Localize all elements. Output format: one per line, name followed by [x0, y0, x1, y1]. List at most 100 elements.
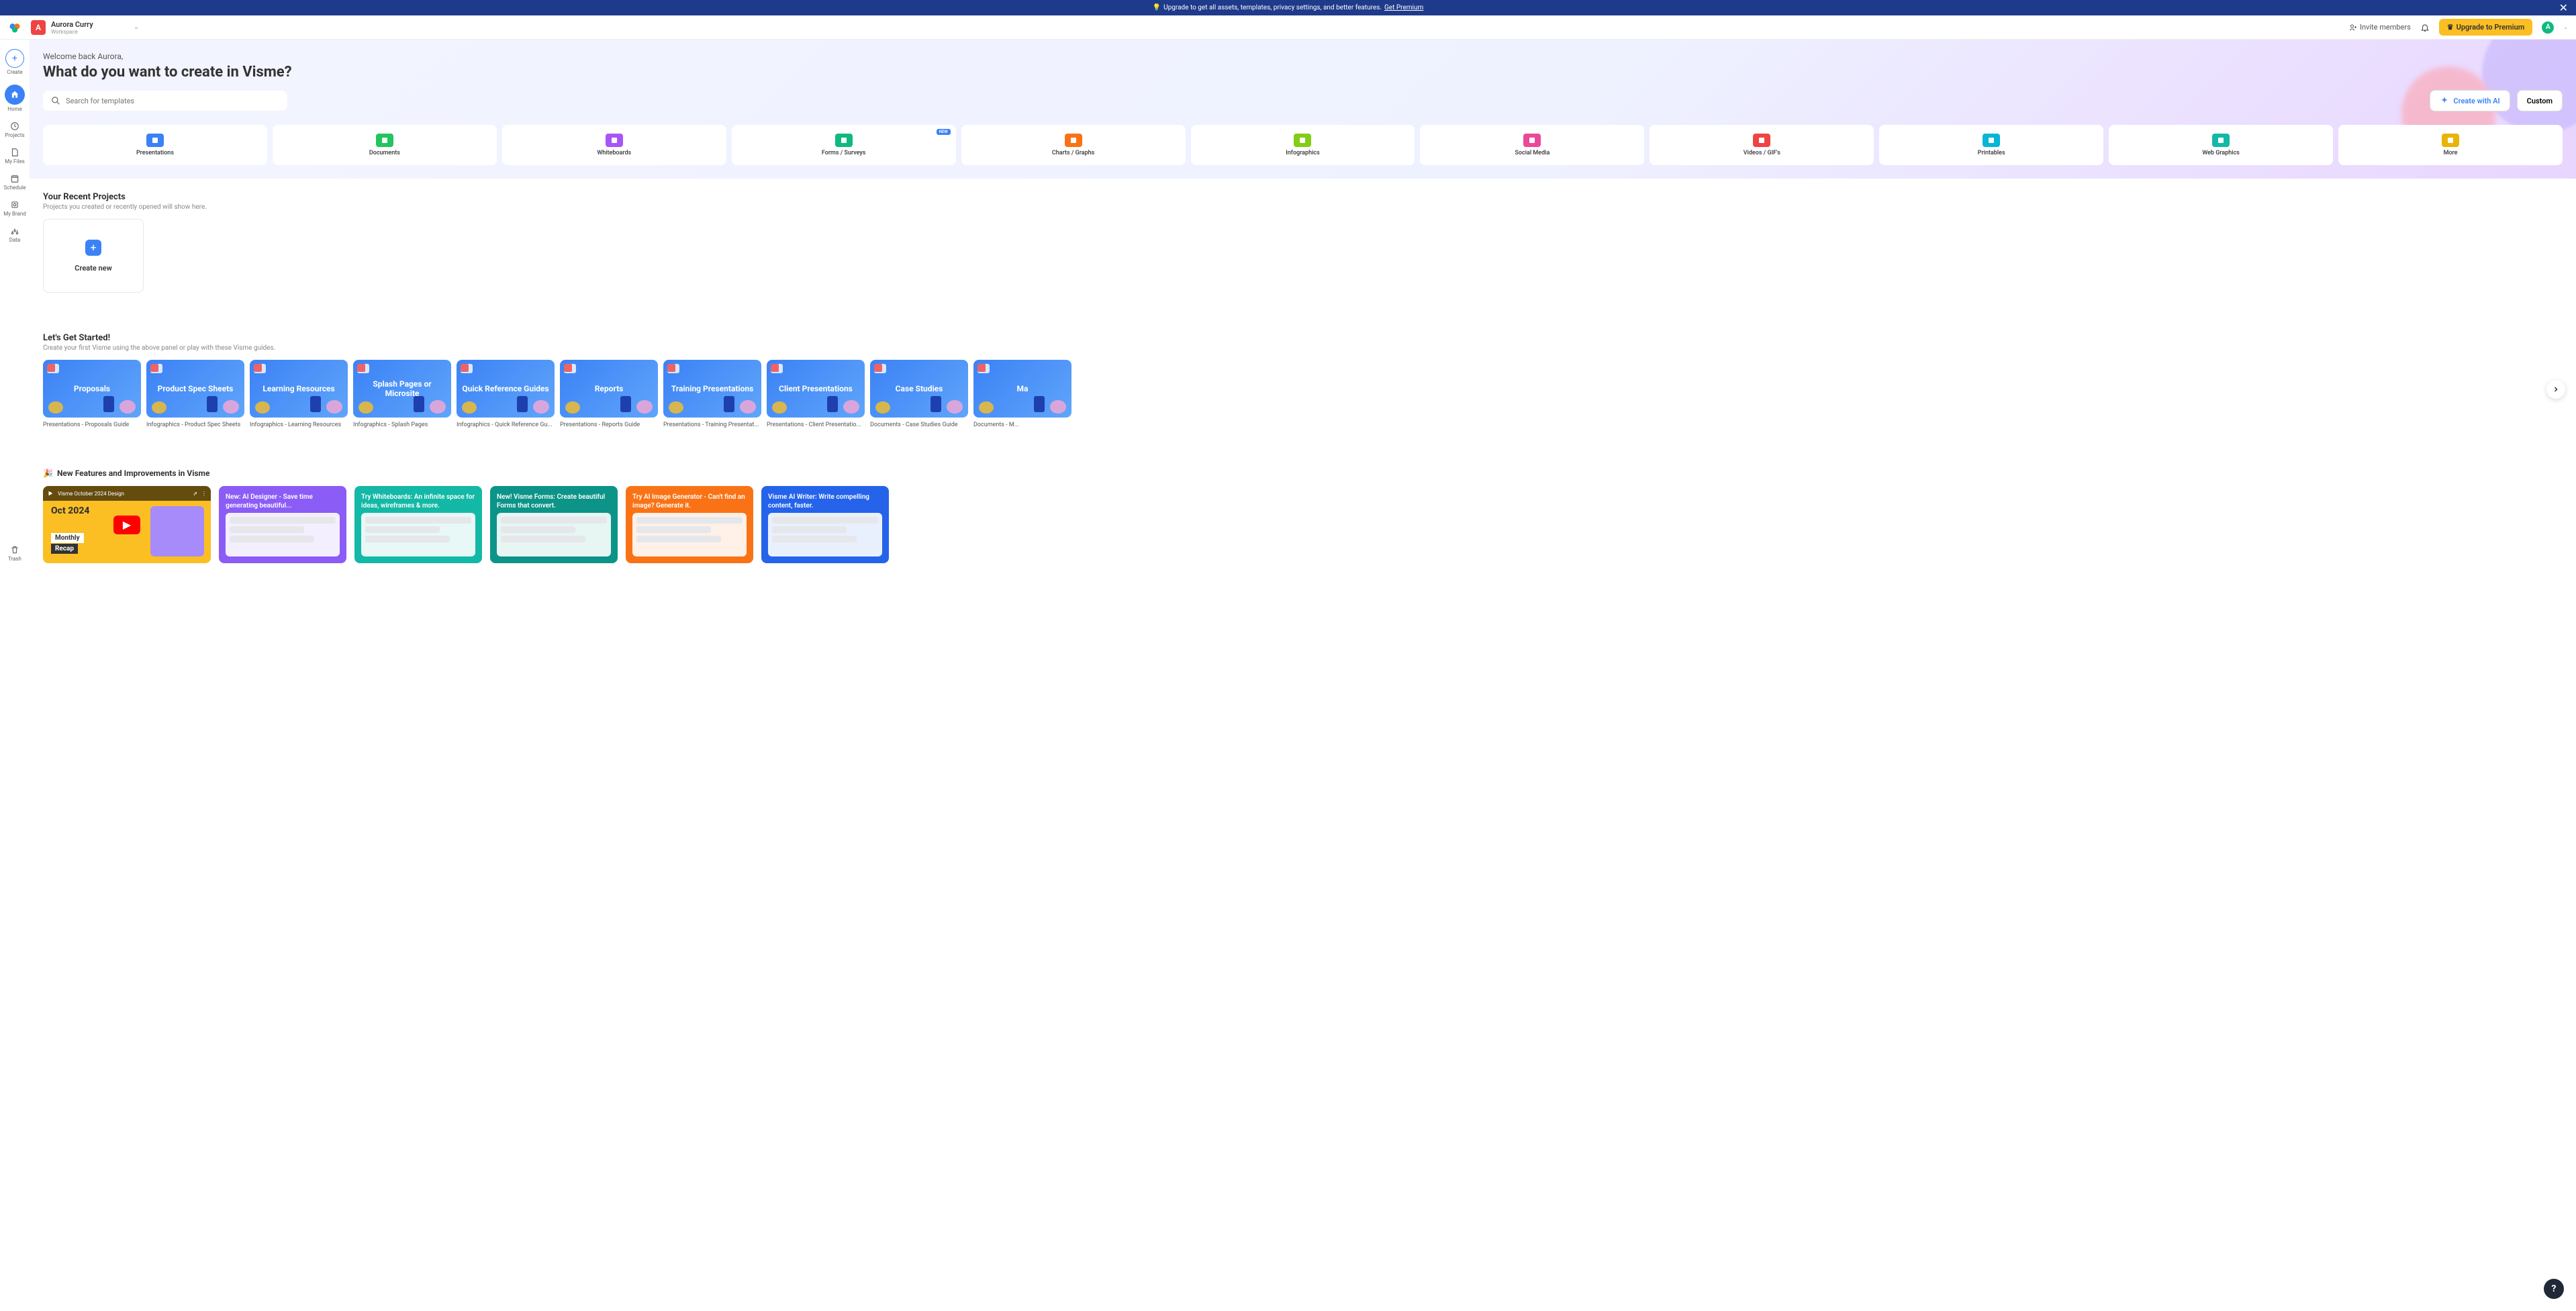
category-label: Videos / GIF's — [1744, 150, 1780, 156]
sparkle-icon — [2440, 96, 2449, 105]
guide-thumbnail: Product Spec Sheets — [146, 360, 244, 418]
category-card[interactable]: More — [2338, 125, 2563, 165]
category-icon — [1523, 134, 1541, 147]
workspace-sublabel: Workspace — [51, 29, 93, 35]
category-icon — [146, 134, 164, 147]
home-icon — [5, 85, 25, 105]
category-card[interactable]: Web Graphics — [2109, 125, 2333, 165]
feature-card-text: Visme AI Writer: Write compelling conten… — [768, 493, 882, 510]
sidebar-my-brand[interactable]: My Brand — [0, 196, 30, 221]
sidebar-label: My Brand — [3, 211, 26, 217]
youtube-play-icon[interactable]: ▶ — [113, 516, 140, 534]
guide-label: Presentations - Training Presentat... — [663, 422, 761, 428]
guide-card[interactable]: Product Spec Sheets Infographics - Produc… — [146, 360, 244, 428]
sidebar-data[interactable]: Data — [0, 222, 30, 247]
guide-label: Infographics - Quick Reference Gu... — [457, 422, 555, 428]
sidebar-projects[interactable]: Projects — [0, 117, 30, 142]
category-card[interactable]: Documents — [273, 125, 497, 165]
guide-thumb-title: Ma — [1012, 384, 1034, 393]
category-card[interactable]: Presentations — [43, 125, 267, 165]
sidebar-my-files[interactable]: My Files — [0, 144, 30, 168]
guide-card[interactable]: Case StudiesDocuments - Case Studies Gui… — [870, 360, 968, 428]
visme-logo[interactable] — [8, 21, 21, 34]
welcome-text: Welcome back Aurora, — [43, 52, 2563, 61]
guide-thumbnail: Learning Resources — [250, 360, 348, 418]
sidebar-home[interactable]: Home — [0, 81, 30, 116]
category-icon — [606, 134, 623, 147]
get-premium-link[interactable]: Get Premium — [1384, 4, 1423, 11]
guide-card[interactable]: Quick Reference Guides Infographics - Qui… — [457, 360, 555, 428]
guide-thumbnail: Training Presentations — [663, 360, 761, 418]
category-label: Printables — [1978, 150, 2005, 156]
chevron-down-icon[interactable]: ⌄ — [2563, 24, 2568, 30]
feature-card[interactable]: New! Visme Forms: Create beautiful Forms… — [490, 486, 618, 563]
upgrade-banner: 💡 Upgrade to get all assets, templates, … — [0, 0, 2576, 15]
category-card[interactable]: Charts / Graphs — [961, 125, 1186, 165]
sidebar-label: Home — [7, 106, 22, 112]
category-card[interactable]: Infographics — [1191, 125, 1415, 165]
guide-card[interactable]: Learning Resources Infographics - Learnin… — [250, 360, 348, 428]
category-card[interactable]: Social Media — [1420, 125, 1644, 165]
category-label: More — [2444, 150, 2458, 156]
feature-video-card[interactable]: Visme October 2024 Design ⇗ ⋮ Oct 2024 M… — [43, 486, 211, 563]
create-new-card[interactable]: + Create new — [43, 219, 144, 293]
guide-label: Infographics - Product Spec Sheets — [146, 422, 244, 428]
trash-icon — [10, 545, 19, 554]
chevron-right-icon — [2552, 385, 2560, 393]
projects-icon — [10, 122, 19, 131]
close-icon[interactable]: ✕ — [2559, 1, 2568, 14]
guide-card[interactable]: Splash Pages or MicrositeInfographics - … — [353, 360, 451, 428]
guide-thumb-title: Client Presentations — [773, 384, 858, 393]
feature-preview — [497, 513, 611, 556]
sidebar-create[interactable]: + Create — [0, 45, 30, 79]
guide-card[interactable]: ReportsPresentations - Reports Guide — [560, 360, 658, 428]
upgrade-label: Upgrade to Premium — [2456, 23, 2525, 32]
upgrade-button[interactable]: ♛ Upgrade to Premium — [2439, 19, 2533, 36]
custom-button[interactable]: Custom — [2517, 90, 2563, 111]
help-button[interactable]: ? — [2544, 1279, 2564, 1299]
share-icon: ⇗ — [193, 491, 197, 497]
feature-card[interactable]: New: AI Designer - Save time generating … — [219, 486, 346, 563]
invite-label: Invite members — [2360, 23, 2411, 32]
new-features-section: 🎉 New Features and Improvements in Visme… — [30, 455, 2576, 577]
create-with-ai-button[interactable]: Create with AI — [2430, 90, 2510, 111]
section-title: Your Recent Projects — [43, 192, 2563, 202]
search-input[interactable] — [66, 97, 279, 105]
feature-card-text: New: AI Designer - Save time generating … — [226, 493, 340, 510]
category-card[interactable]: Whiteboards — [502, 125, 726, 165]
guide-card[interactable]: MaDocuments - M... — [973, 360, 1071, 428]
notifications-icon[interactable] — [2420, 23, 2430, 32]
guide-thumbnail: Ma — [973, 360, 1071, 418]
sidebar-label: Data — [9, 237, 21, 243]
feature-card[interactable]: Try Whiteboards: An infinite space for i… — [354, 486, 482, 563]
category-label: Charts / Graphs — [1052, 150, 1094, 156]
sidebar-trash[interactable]: Trash — [0, 541, 30, 566]
feature-card-text: New! Visme Forms: Create beautiful Forms… — [497, 493, 611, 510]
invite-members-link[interactable]: Invite members — [2349, 23, 2411, 32]
feature-card[interactable]: Visme AI Writer: Write compelling conten… — [761, 486, 889, 563]
banner-text: Upgrade to get all assets, templates, pr… — [1163, 4, 1382, 11]
guide-card[interactable]: Training Presentations Presentations - Tr… — [663, 360, 761, 428]
guide-thumbnail: Quick Reference Guides — [457, 360, 555, 418]
search-box[interactable] — [43, 91, 287, 111]
recent-projects-section: Your Recent Projects Projects you create… — [30, 179, 2576, 293]
sidebar-schedule[interactable]: Schedule — [0, 170, 30, 195]
guide-card[interactable]: ProposalsPresentations - Proposals Guide — [43, 360, 141, 428]
guide-thumb-title: Case Studies — [890, 384, 949, 393]
category-label: Presentations — [136, 150, 174, 156]
guide-label: Presentations - Reports Guide — [560, 422, 658, 428]
feature-card[interactable]: Try AI Image Generator - Can't find an i… — [626, 486, 753, 563]
guide-label: Infographics - Learning Resources — [250, 422, 348, 428]
category-card[interactable]: NEWForms / Surveys — [732, 125, 956, 165]
user-avatar[interactable]: A — [2542, 21, 2554, 34]
carousel-next-button[interactable] — [2546, 380, 2565, 399]
category-card[interactable]: Videos / GIF's — [1650, 125, 1874, 165]
feature-card-text: Try AI Image Generator - Can't find an i… — [632, 493, 747, 510]
category-card[interactable]: Printables — [1879, 125, 2103, 165]
guide-thumb-title: Learning Resources — [257, 384, 340, 393]
video-thumbnail-person — [150, 506, 204, 556]
workspace-selector[interactable]: A Aurora Curry Workspace ⌄ — [31, 20, 139, 35]
category-label: Infographics — [1286, 150, 1320, 156]
guide-card[interactable]: Client PresentationsPresentations - Clie… — [767, 360, 865, 428]
guide-thumbnail: Splash Pages or Microsite — [353, 360, 451, 418]
